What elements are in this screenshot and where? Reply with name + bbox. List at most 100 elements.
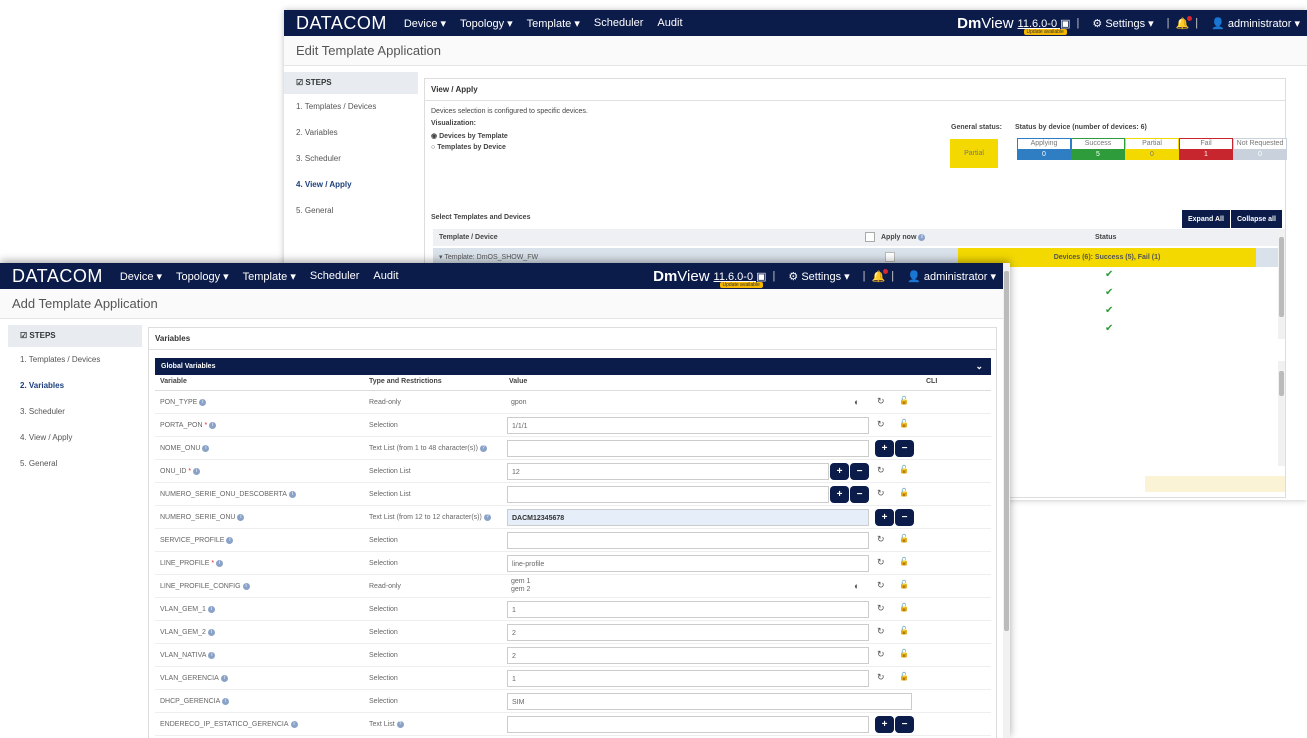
unlock-icon[interactable]: 🔓	[899, 603, 909, 612]
reset-icon[interactable]: ↻	[877, 626, 885, 637]
reset-icon[interactable]: ↻	[877, 396, 885, 407]
step-variables[interactable]: 2. Variables	[8, 373, 142, 399]
settings-menu[interactable]: ⚙ Settings ▾	[781, 270, 856, 283]
value-select[interactable]: 2	[507, 647, 869, 664]
menu-scheduler[interactable]: Scheduler	[587, 17, 651, 29]
add-button[interactable]: +	[875, 716, 894, 733]
info-icon[interactable]: i	[199, 398, 207, 406]
info-icon[interactable]: i	[207, 605, 215, 613]
step-templates-devices[interactable]: 1. Templates / Devices	[8, 347, 142, 373]
remove-button[interactable]: −	[895, 716, 914, 733]
step-scheduler[interactable]: 3. Scheduler	[8, 399, 142, 425]
info-icon[interactable]: i	[288, 490, 296, 498]
value-text-list[interactable]	[507, 440, 869, 457]
value-select[interactable]: line-profile	[507, 555, 869, 572]
value-select-list[interactable]: 12	[507, 463, 829, 480]
value-select[interactable]	[507, 532, 869, 549]
add-button[interactable]: +	[830, 486, 849, 503]
step-variables[interactable]: 2. Variables	[284, 120, 418, 146]
reset-icon[interactable]: ↻	[877, 534, 885, 545]
value-select[interactable]: 1	[507, 601, 869, 618]
version-link[interactable]: 11.6.0-0 ▣ Update available	[714, 270, 767, 288]
reset-icon[interactable]: ↻	[877, 603, 885, 614]
reset-icon[interactable]: ↻	[877, 672, 885, 683]
info-icon[interactable]: i	[202, 444, 210, 452]
reset-icon[interactable]: ↻	[877, 580, 885, 591]
menu-audit[interactable]: Audit	[366, 270, 405, 282]
step-view-apply[interactable]: 4. View / Apply	[8, 425, 142, 451]
help-icon[interactable]: ?	[396, 720, 404, 728]
apply-now-all-checkbox[interactable]	[865, 232, 875, 242]
bell-icon[interactable]: 🔔	[1176, 15, 1192, 30]
info-icon[interactable]: i	[208, 651, 216, 659]
help-icon[interactable]: ?	[479, 444, 487, 452]
menu-device[interactable]: Device ▾	[113, 270, 169, 283]
menu-device[interactable]: Device ▾	[397, 17, 453, 30]
radio-devices-by-template[interactable]: ◉ Devices by Template	[431, 132, 508, 140]
unlock-icon[interactable]: 🔓	[899, 557, 909, 566]
info-icon[interactable]: i	[207, 628, 215, 636]
menu-audit[interactable]: Audit	[650, 17, 689, 29]
reset-icon[interactable]: ↻	[877, 557, 885, 568]
reset-icon[interactable]: ↻	[877, 465, 885, 476]
version-link[interactable]: 11.6.0-0 ▣ Update available	[1018, 17, 1071, 35]
expand-all-button[interactable]: Expand All	[1182, 210, 1230, 228]
step-view-apply[interactable]: 4. View / Apply	[284, 172, 418, 198]
eye-hidden-icon[interactable]: ◐	[854, 581, 859, 591]
add-button[interactable]: +	[830, 463, 849, 480]
bell-icon[interactable]: 🔔	[872, 268, 888, 283]
reset-icon[interactable]: ↻	[877, 649, 885, 660]
menu-topology[interactable]: Topology ▾	[453, 17, 520, 30]
step-general[interactable]: 5. General	[8, 451, 142, 477]
reset-icon[interactable]: ↻	[877, 488, 885, 499]
remove-button[interactable]: −	[850, 486, 869, 503]
info-icon[interactable]: i	[216, 559, 224, 567]
value-select[interactable]: SIM	[507, 693, 912, 710]
info-icon[interactable]: i	[193, 467, 201, 475]
value-select[interactable]: 2	[507, 624, 869, 641]
menu-template[interactable]: Template ▾	[236, 270, 303, 283]
menu-scheduler[interactable]: Scheduler	[303, 270, 367, 282]
info-icon[interactable]: i	[222, 697, 230, 705]
add-button[interactable]: +	[875, 509, 894, 526]
unlock-icon[interactable]: 🔓	[899, 534, 909, 543]
chevron-down-icon[interactable]: ⌄	[975, 358, 983, 375]
info-icon[interactable]: i	[290, 720, 298, 728]
step-scheduler[interactable]: 3. Scheduler	[284, 146, 418, 172]
reset-icon[interactable]: ↻	[877, 419, 885, 430]
user-menu[interactable]: 👤 administrator ▾	[900, 270, 1010, 283]
info-icon[interactable]: i	[242, 582, 250, 590]
unlock-icon[interactable]: 🔓	[899, 419, 909, 428]
lower-scrollbar[interactable]	[1278, 361, 1285, 466]
radio-templates-by-device[interactable]: ○ Templates by Device	[431, 144, 506, 151]
eye-hidden-icon[interactable]: ◐	[854, 397, 859, 407]
user-menu[interactable]: 👤 administrator ▾	[1204, 17, 1307, 30]
help-icon[interactable]: ?	[483, 513, 491, 521]
value-text-list[interactable]	[507, 716, 869, 733]
info-icon[interactable]: i	[226, 536, 234, 544]
info-icon[interactable]: i	[209, 421, 217, 429]
templates-scrollbar[interactable]	[1278, 229, 1285, 339]
unlock-icon[interactable]: 🔓	[899, 626, 909, 635]
apply-now-checkbox[interactable]	[885, 252, 895, 262]
remove-button[interactable]: −	[850, 463, 869, 480]
unlock-icon[interactable]: 🔓	[899, 488, 909, 497]
global-variables-header[interactable]: Global Variables ⌄	[155, 358, 991, 375]
unlock-icon[interactable]: 🔓	[899, 672, 909, 681]
add-button[interactable]: +	[875, 440, 894, 457]
unlock-icon[interactable]: 🔓	[899, 649, 909, 658]
remove-button[interactable]: −	[895, 509, 914, 526]
value-select[interactable]: 1/1/1	[507, 417, 869, 434]
collapse-all-button[interactable]: Collapse all	[1231, 210, 1282, 228]
window-scrollbar[interactable]	[1003, 263, 1010, 738]
menu-topology[interactable]: Topology ▾	[169, 270, 236, 283]
value-text-list[interactable]: DACM12345678	[507, 509, 869, 526]
info-icon[interactable]: i	[220, 674, 228, 682]
info-icon[interactable]: i	[237, 513, 245, 521]
menu-template[interactable]: Template ▾	[520, 17, 587, 30]
remove-button[interactable]: −	[895, 440, 914, 457]
settings-menu[interactable]: ⚙ Settings ▾	[1085, 17, 1160, 30]
unlock-icon[interactable]: 🔓	[899, 465, 909, 474]
unlock-icon[interactable]: 🔓	[899, 580, 909, 589]
step-general[interactable]: 5. General	[284, 198, 418, 224]
